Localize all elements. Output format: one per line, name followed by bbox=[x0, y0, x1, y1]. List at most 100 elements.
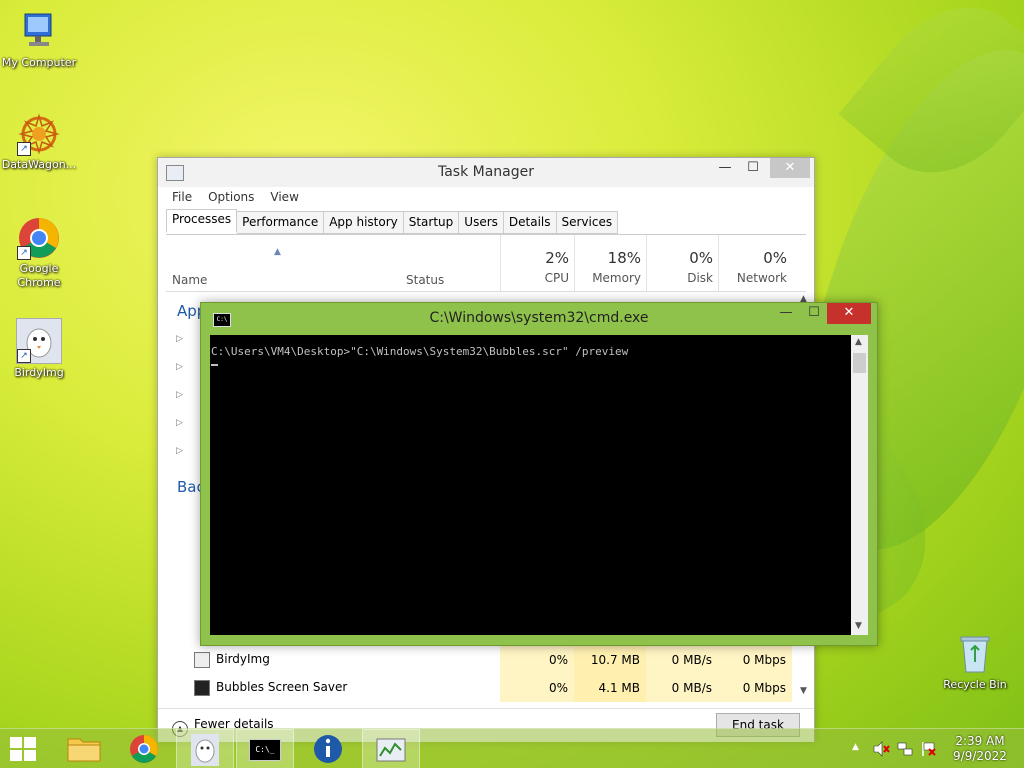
menu-bar: File Options View bbox=[164, 188, 307, 208]
taskbar-task-manager[interactable] bbox=[362, 729, 420, 768]
scroll-up-icon[interactable]: ▲ bbox=[855, 337, 862, 347]
windows-logo-pane bbox=[10, 750, 22, 761]
recycle-bin-icon bbox=[953, 632, 997, 676]
tab-startup[interactable]: Startup bbox=[403, 211, 460, 234]
start-button[interactable] bbox=[10, 737, 38, 761]
taskbar-file-explorer[interactable] bbox=[56, 729, 112, 768]
scroll-down-icon[interactable]: ▼ bbox=[855, 621, 862, 631]
windows-logo-pane bbox=[24, 750, 36, 761]
expand-icon[interactable]: ▷ bbox=[176, 362, 183, 372]
sort-caret-icon: ▲ bbox=[274, 247, 281, 257]
desktop-icon-label: BirdyImg bbox=[14, 366, 64, 379]
scroll-thumb[interactable] bbox=[853, 353, 866, 373]
expand-icon[interactable]: ▷ bbox=[176, 446, 183, 456]
network-icon[interactable] bbox=[896, 741, 914, 757]
tab-services[interactable]: Services bbox=[556, 211, 619, 234]
column-cpu[interactable]: 2% CPU bbox=[500, 235, 575, 291]
desktop-icon-label: My Computer bbox=[1, 56, 77, 69]
memory-percent: 18% bbox=[607, 249, 641, 267]
desktop-icon-google-chrome[interactable]: ↗ Google Chrome bbox=[0, 216, 78, 290]
title-bar[interactable]: Task Manager — ☐ ✕ bbox=[158, 158, 814, 187]
birdyimg-icon: ↗ bbox=[16, 318, 62, 364]
cmd-window: C:\ C:\Windows\system32\cmd.exe — ☐ ✕ C:… bbox=[200, 302, 878, 646]
column-header: ▲ Name Status 2% CPU 18% Memory 0% Disk … bbox=[166, 234, 806, 292]
task-manager-icon bbox=[376, 738, 406, 762]
tab-users[interactable]: Users bbox=[459, 211, 504, 234]
column-name[interactable]: Name bbox=[172, 273, 207, 287]
info-icon bbox=[314, 735, 342, 763]
birdyimg-icon bbox=[191, 734, 219, 766]
shortcut-arrow-icon: ↗ bbox=[17, 349, 31, 363]
cmd-title-bar[interactable]: C:\ C:\Windows\system32\cmd.exe — ☐ ✕ bbox=[201, 303, 877, 333]
network-cell: 0 Mbps bbox=[718, 674, 792, 702]
desktop-icon-recycle-bin[interactable]: Recycle Bin bbox=[936, 632, 1014, 692]
chrome-icon bbox=[130, 735, 158, 763]
column-disk[interactable]: 0% Disk bbox=[646, 235, 719, 291]
cpu-percent: 2% bbox=[545, 249, 569, 267]
process-name: Bubbles Screen Saver bbox=[216, 680, 348, 694]
process-name: BirdyImg bbox=[216, 652, 270, 666]
cpu-cell: 0% bbox=[500, 674, 574, 702]
taskbar-chrome[interactable] bbox=[116, 729, 172, 768]
table-row[interactable]: BirdyImg 0% 10.7 MB 0 MB/s 0 Mbps bbox=[166, 646, 806, 674]
chrome-icon: ↗ bbox=[17, 216, 61, 260]
tab-app-history[interactable]: App history bbox=[324, 211, 404, 234]
minimize-button[interactable]: — bbox=[714, 158, 736, 178]
desktop-icon-label: DataWagon... bbox=[1, 158, 77, 171]
desktop-icon-label: Google Chrome bbox=[17, 262, 61, 289]
expand-icon[interactable]: ▷ bbox=[176, 334, 183, 344]
desktop-icon-birdyimg[interactable]: ↗ BirdyImg bbox=[0, 318, 78, 380]
clock-date: 9/9/2022 bbox=[953, 749, 1007, 763]
tab-performance[interactable]: Performance bbox=[237, 211, 325, 234]
memory-cell: 10.7 MB bbox=[574, 646, 646, 674]
memory-cell: 4.1 MB bbox=[574, 674, 646, 702]
text-cursor bbox=[211, 364, 218, 366]
desktop-background: My Computer ↗ DataWagon... ↗ Google Chro… bbox=[0, 0, 1024, 768]
disk-cell: 0 MB/s bbox=[646, 646, 718, 674]
desktop-icon-label: Recycle Bin bbox=[943, 678, 1007, 691]
column-network[interactable]: 0% Network bbox=[718, 235, 793, 291]
desktop-icon-my-computer[interactable]: My Computer bbox=[0, 10, 78, 70]
tab-strip: Processes Performance App history Startu… bbox=[166, 209, 619, 234]
scroll-down-icon[interactable]: ▼ bbox=[800, 686, 807, 696]
clock[interactable]: 2:39 AM 9/9/2022 bbox=[948, 734, 1012, 764]
tab-details[interactable]: Details bbox=[503, 211, 557, 234]
expand-icon[interactable]: ▷ bbox=[176, 390, 183, 400]
close-button[interactable]: ✕ bbox=[827, 303, 871, 324]
expand-icon[interactable]: ▷ bbox=[176, 418, 183, 428]
taskbar-birdyimg[interactable] bbox=[176, 729, 234, 768]
console-output[interactable]: C:\Users\VM4\Desktop>"C:\Windows\System3… bbox=[210, 335, 851, 635]
show-hidden-icons-chevron-icon[interactable]: ▲ bbox=[852, 742, 859, 752]
folder-icon bbox=[67, 738, 101, 762]
computer-icon bbox=[17, 10, 61, 54]
menu-options[interactable]: Options bbox=[200, 188, 262, 208]
table-row[interactable]: Bubbles Screen Saver 0% 4.1 MB 0 MB/s 0 … bbox=[166, 674, 806, 702]
console-scrollbar[interactable]: ▲ ▼ bbox=[851, 335, 868, 635]
cmd-icon: C:\_ bbox=[249, 739, 281, 761]
taskbar-info[interactable] bbox=[300, 729, 356, 768]
disk-label: Disk bbox=[687, 271, 713, 285]
windows-logo-pane bbox=[24, 737, 36, 748]
maximize-button[interactable]: ☐ bbox=[742, 158, 764, 178]
clock-time: 2:39 AM bbox=[955, 734, 1005, 748]
cpu-label: CPU bbox=[544, 271, 569, 285]
maximize-button[interactable]: ☐ bbox=[801, 303, 827, 323]
datawagon-icon: ↗ bbox=[17, 112, 61, 156]
speaker-muted-icon[interactable] bbox=[872, 741, 890, 757]
cpu-cell: 0% bbox=[500, 646, 574, 674]
column-status[interactable]: Status bbox=[406, 273, 444, 287]
taskbar-cmd[interactable]: C:\_ bbox=[236, 729, 294, 768]
column-memory[interactable]: 18% Memory bbox=[574, 235, 647, 291]
tab-processes[interactable]: Processes bbox=[166, 209, 238, 233]
network-percent: 0% bbox=[763, 249, 787, 267]
minimize-button[interactable]: — bbox=[773, 303, 799, 323]
memory-label: Memory bbox=[592, 271, 641, 285]
disk-cell: 0 MB/s bbox=[646, 674, 718, 702]
network-label: Network bbox=[736, 271, 787, 285]
menu-file[interactable]: File bbox=[164, 188, 200, 208]
close-button[interactable]: ✕ bbox=[770, 158, 810, 178]
shortcut-arrow-icon: ↗ bbox=[17, 142, 31, 156]
desktop-icon-datawagon[interactable]: ↗ DataWagon... bbox=[0, 112, 78, 172]
menu-view[interactable]: View bbox=[262, 188, 306, 208]
action-center-flag-icon[interactable] bbox=[920, 741, 938, 757]
